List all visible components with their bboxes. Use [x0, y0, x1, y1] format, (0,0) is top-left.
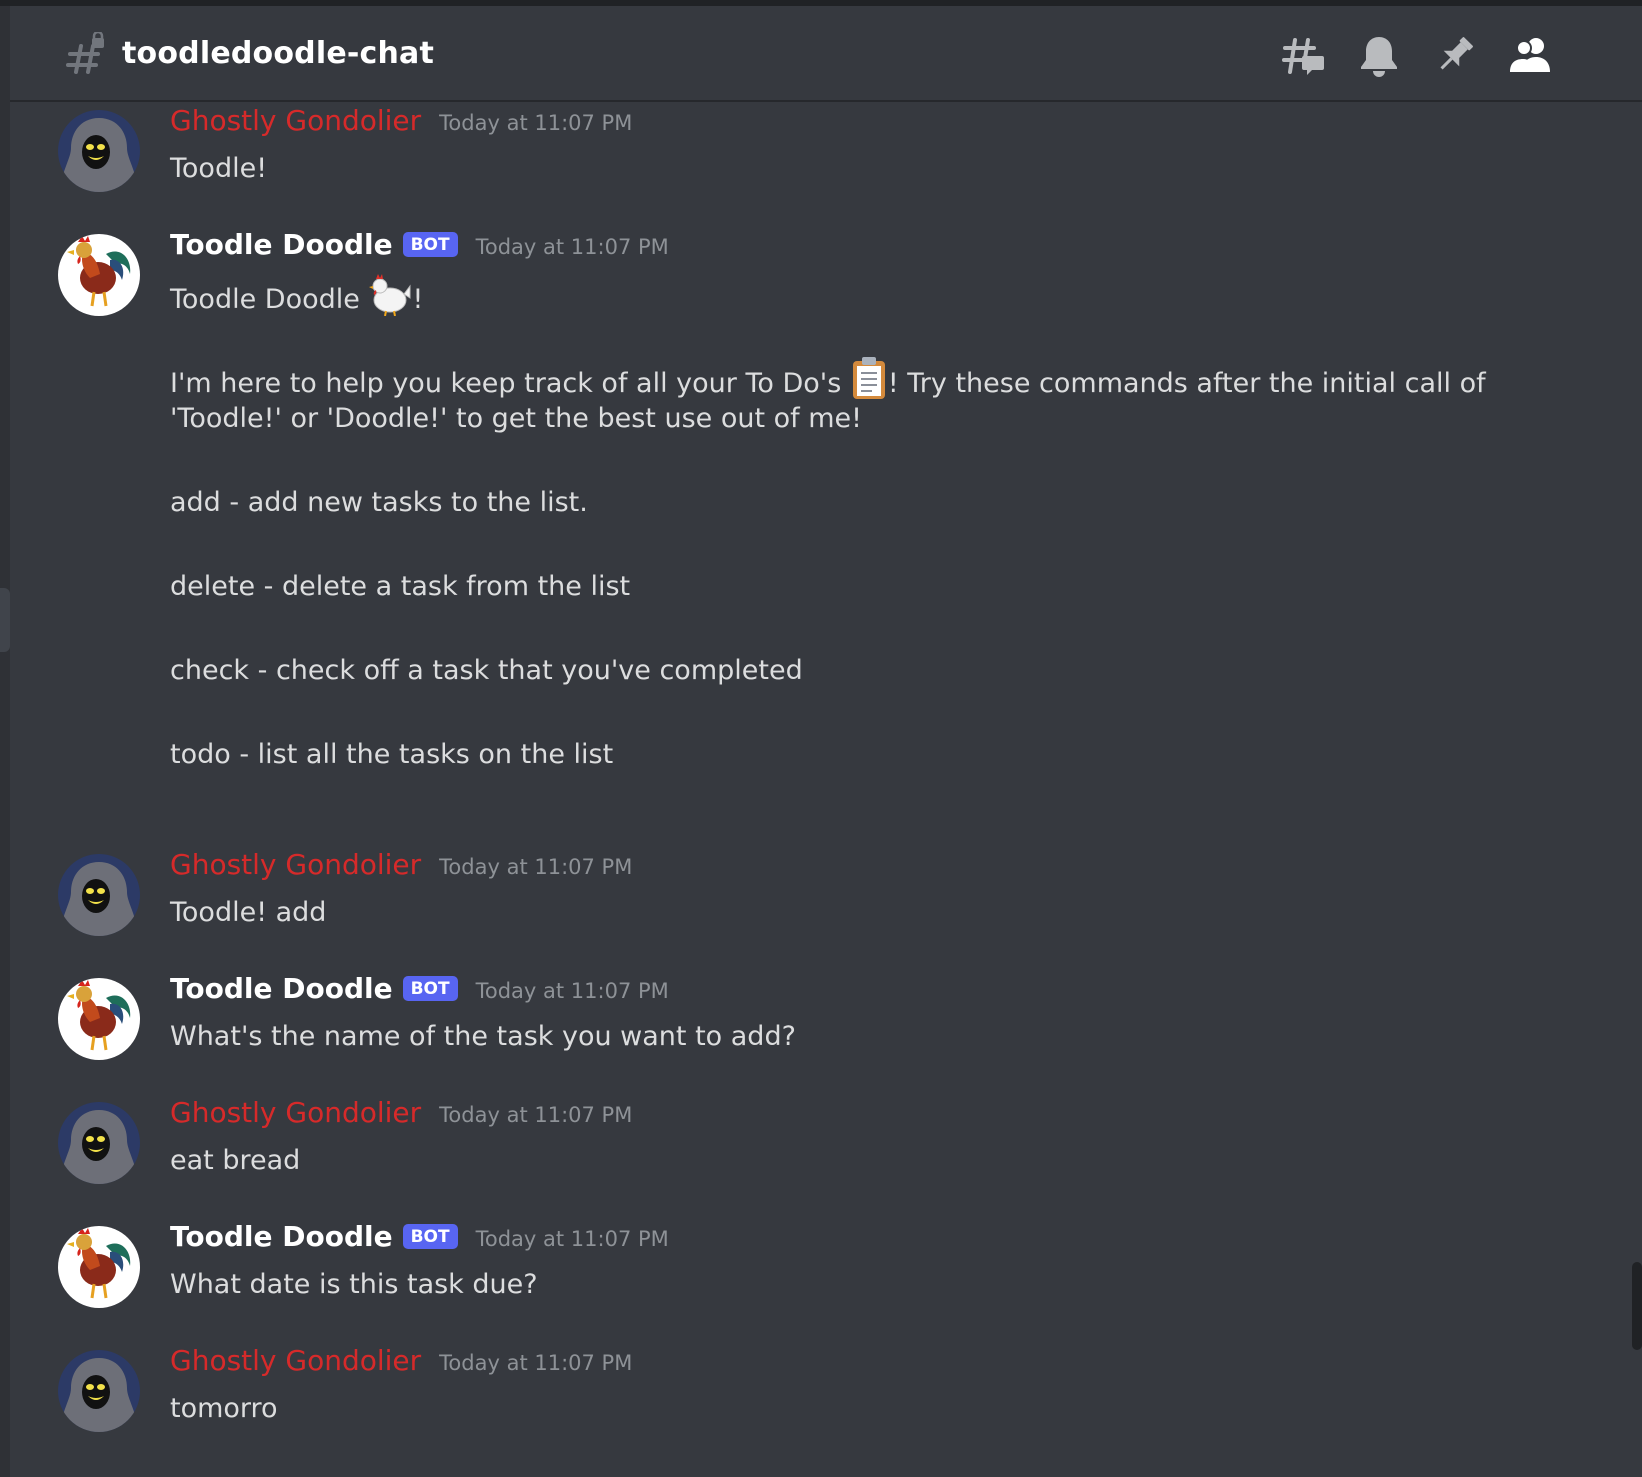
- intro-text-line2: 'Toodle!' or 'Doodle!' to get the best u…: [170, 403, 862, 434]
- command-add-text: add - add new tasks to the list.: [170, 487, 588, 518]
- message-header: Ghostly Gondolier Today at 11:07 PM: [170, 1344, 632, 1388]
- username[interactable]: Ghostly Gondolier: [170, 1344, 421, 1377]
- greeting-punctuation: !: [412, 284, 424, 315]
- message-text: Toodle! add: [170, 897, 327, 928]
- timestamp: Today at 11:07 PM: [439, 1103, 633, 1127]
- message-list[interactable]: Ghostly Gondolier Today at 11:07 PM Tood…: [10, 104, 1642, 1477]
- rooster-avatar-icon: [58, 978, 140, 1060]
- command-todo-text: todo - list all the tasks on the list: [170, 739, 614, 770]
- message-line: Toodle Doodle !: [170, 272, 1560, 316]
- message-text: Toodle Doodle ! I'm here to help you kee…: [170, 272, 1560, 776]
- username[interactable]: Ghostly Gondolier: [170, 1096, 421, 1129]
- bot-badge: BOT: [402, 232, 458, 257]
- avatar[interactable]: [58, 1350, 140, 1432]
- intro-text: I'm here to help you keep track of all y…: [170, 368, 850, 399]
- command-check-text: check - check off a task that you've com…: [170, 655, 803, 686]
- message-header: Toodle Doodle BOT Today at 11:07 PM: [170, 228, 669, 272]
- avatar[interactable]: [58, 854, 140, 936]
- message-line: I'm here to help you keep track of all y…: [170, 356, 1560, 399]
- ghost-avatar-icon: [58, 1350, 140, 1432]
- username[interactable]: Toodle Doodle: [170, 228, 393, 261]
- ghost-avatar-icon: [58, 1102, 140, 1184]
- message-header: Ghostly Gondolier Today at 11:07 PM: [170, 1096, 632, 1140]
- message-header: Toodle Doodle BOT Today at 11:07 PM: [170, 972, 669, 1016]
- username[interactable]: Toodle Doodle: [170, 1220, 393, 1253]
- avatar[interactable]: [58, 110, 140, 192]
- timestamp: Today at 11:07 PM: [475, 235, 669, 259]
- channel-header: toodledoodle-chat: [10, 6, 1642, 102]
- locked-channel-hash-icon: [66, 32, 104, 74]
- ghost-avatar-icon: [58, 110, 140, 192]
- bell-icon[interactable]: [1356, 32, 1402, 78]
- timestamp: Today at 11:07 PM: [439, 111, 633, 135]
- avatar[interactable]: [58, 1102, 140, 1184]
- greeting-text: Toodle Doodle: [170, 284, 369, 315]
- username[interactable]: Ghostly Gondolier: [170, 104, 421, 137]
- username[interactable]: Toodle Doodle: [170, 972, 393, 1005]
- message-text: eat bread: [170, 1145, 301, 1176]
- bot-badge: BOT: [402, 1224, 458, 1249]
- members-icon[interactable]: [1508, 32, 1554, 78]
- message-text: What's the name of the task you want to …: [170, 1021, 796, 1052]
- chicken-emoji-icon: [369, 274, 411, 316]
- threads-icon[interactable]: [1280, 32, 1326, 78]
- rooster-avatar-icon: [58, 1226, 140, 1308]
- pin-icon[interactable]: [1432, 32, 1478, 78]
- avatar[interactable]: [58, 234, 140, 316]
- timestamp: Today at 11:07 PM: [439, 855, 633, 879]
- message-text: What date is this task due?: [170, 1269, 538, 1300]
- timestamp: Today at 11:07 PM: [475, 1227, 669, 1251]
- scrollbar-thumb[interactable]: [1632, 1262, 1642, 1350]
- message-text: tomorro: [170, 1393, 278, 1424]
- avatar[interactable]: [58, 978, 140, 1060]
- timestamp: Today at 11:07 PM: [439, 1351, 633, 1375]
- username[interactable]: Ghostly Gondolier: [170, 848, 421, 881]
- channel-name: toodledoodle-chat: [122, 36, 435, 71]
- sidebar-collapse-tab[interactable]: [0, 588, 10, 652]
- command-delete-text: delete - delete a task from the list: [170, 571, 631, 602]
- timestamp: Today at 11:07 PM: [475, 979, 669, 1003]
- message-header: Ghostly Gondolier Today at 11:07 PM: [170, 104, 632, 148]
- message-header: Ghostly Gondolier Today at 11:07 PM: [170, 848, 632, 892]
- message-header: Toodle Doodle BOT Today at 11:07 PM: [170, 1220, 669, 1264]
- sidebar-edge: [0, 6, 10, 1477]
- message-text: Toodle!: [170, 153, 268, 184]
- clipboard-emoji-icon: [852, 357, 885, 399]
- avatar[interactable]: [58, 1226, 140, 1308]
- intro-text-continued: ! Try these commands after the initial c…: [887, 368, 1486, 399]
- bot-badge: BOT: [402, 976, 458, 1001]
- rooster-avatar-icon: [58, 234, 140, 316]
- ghost-avatar-icon: [58, 854, 140, 936]
